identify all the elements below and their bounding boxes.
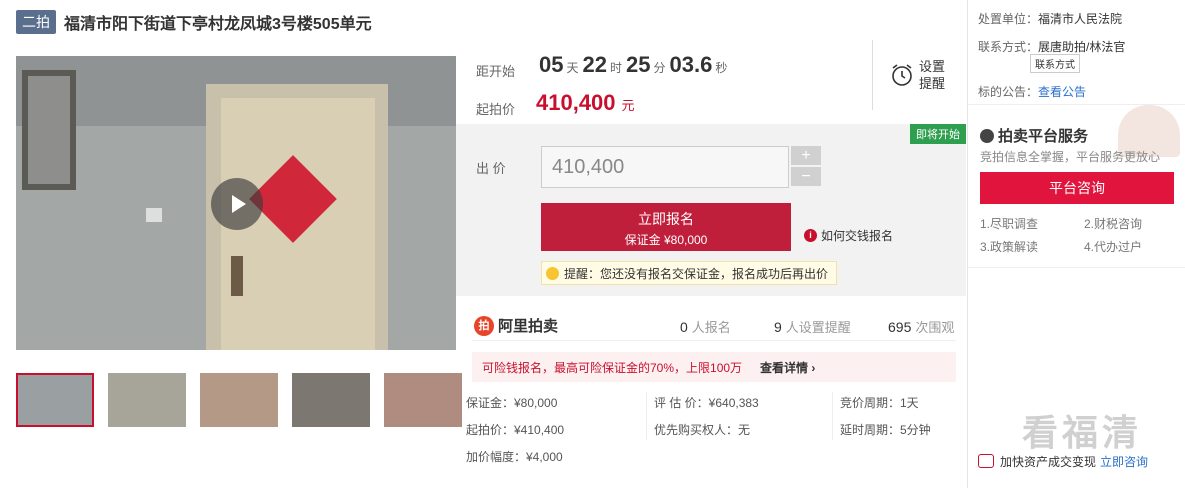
start-price: 410,400 元 — [536, 90, 635, 116]
countdown-hours-unit: 时 — [609, 61, 622, 75]
org-row: 处置单位：福清市人民法院 — [978, 10, 1122, 27]
alarm-clock-icon — [892, 64, 912, 86]
start-price-label: 起拍价 — [476, 102, 516, 117]
contact-row: 联系方式：展唐助拍/林法官 — [978, 38, 1125, 55]
notice-label: 标的公告： — [978, 85, 1039, 99]
contact-info-button[interactable]: 联系方式 — [1030, 54, 1080, 73]
service-item-due-diligence[interactable]: 1.尽职调查 — [980, 215, 1038, 232]
ali-logo-icon: 拍 — [474, 315, 494, 336]
signup-button[interactable]: 立即报名 保证金 ¥80,000 — [541, 203, 791, 251]
info-icon: i — [804, 229, 817, 242]
consult-now-link[interactable]: 立即咨询 — [1100, 453, 1148, 470]
start-price-fact: 起拍价：¥410,400 — [466, 423, 565, 437]
auction-service-icon — [980, 128, 994, 143]
platform-service-card: 拍卖平台服务 竞拍信息全掌握，平台服务更放心 平台咨询 1.尽职调查 2.财税咨… — [968, 104, 1185, 268]
title-row: 二拍 福清市阳下街道下亭村龙凤城3号楼505单元 — [16, 10, 372, 34]
priority-fact: 优先购买权人：无 — [654, 421, 750, 438]
thumbnail-4[interactable] — [292, 373, 370, 427]
increment-fact: 加价幅度：¥4,000 — [466, 450, 563, 464]
view-count: 695 次围观 — [888, 317, 954, 336]
auction-summary: 距开始 05 天 22 时 25 分 03.6 秒 起拍价 410,400 元 设… — [456, 36, 966, 124]
auction-round-tag: 二拍 — [16, 10, 56, 34]
countdown: 05 天 22 时 25 分 03.6 秒 — [539, 52, 731, 78]
loan-promo-text: 可险钱报名，最高可险保证金的70%，上限100万 — [482, 360, 743, 375]
reminder-tip: 提醒：您还没有报名交保证金，报名成功后再出价 — [541, 261, 838, 285]
reminder-count: 9 人设置提醒 — [774, 317, 851, 336]
countdown-seconds-unit: 秒 — [715, 61, 728, 75]
bid-panel: 即将开始 出 价 410,400 + − 立即报名 保证金 ¥80,000 i … — [456, 124, 966, 296]
countdown-hours: 22 — [582, 52, 607, 77]
view-count-label: 次围观 — [915, 320, 955, 335]
status-badge: 即将开始 — [910, 124, 966, 144]
home-handshake-icon — [978, 454, 994, 468]
play-video-button[interactable] — [211, 178, 263, 230]
countdown-days-unit: 天 — [566, 61, 579, 75]
contact-value: 展唐助拍/林法官 — [1038, 40, 1126, 54]
reminder-count-label: 人设置提醒 — [785, 320, 851, 335]
org-label: 处置单位： — [978, 12, 1039, 26]
thumbnail-1[interactable] — [16, 373, 94, 427]
decrease-bid-button[interactable]: − — [791, 167, 821, 186]
signup-deposit-label: 保证金 ¥80,000 — [624, 233, 708, 247]
signup-count: 0 人报名 — [680, 317, 731, 336]
divider — [646, 392, 647, 440]
view-notice-link[interactable]: 查看公告 — [1038, 85, 1086, 99]
ali-logo-text: 阿里拍卖 — [498, 318, 559, 335]
thumbnail-5[interactable] — [384, 373, 462, 427]
start-price-unit: 元 — [621, 98, 635, 113]
ali-auction-logo: 拍 阿里拍卖 — [474, 315, 558, 336]
appraisal-fact: 评 估 价：¥640,383 — [654, 396, 759, 410]
thumbnail-3[interactable] — [200, 373, 278, 427]
signup-count-label: 人报名 — [691, 320, 731, 335]
delay-fact: 延时周期：5分钟 — [840, 423, 931, 437]
thumbnail-2[interactable] — [108, 373, 186, 427]
view-count-value: 695 — [888, 319, 912, 335]
priority-value: ：无 — [726, 423, 751, 437]
loan-promo-banner: 可险钱报名，最高可险保证金的70%，上限100万 查看详情 › — [472, 352, 956, 382]
increase-bid-button[interactable]: + — [791, 146, 821, 165]
countdown-label: 距开始 — [476, 64, 516, 79]
service-subtitle: 竞拍信息全掌握，平台服务更放心 — [980, 150, 1161, 164]
lightbulb-icon — [546, 266, 559, 280]
countdown-days: 05 — [539, 52, 564, 77]
divider — [832, 392, 833, 440]
countdown-minutes: 25 — [626, 52, 651, 77]
contact-label: 联系方式： — [978, 40, 1039, 54]
countdown-seconds: 03.6 — [669, 52, 713, 77]
start-price-value: 410,400 — [536, 90, 616, 115]
page-title: 福清市阳下街道下亭村龙凤城3号楼505单元 — [64, 16, 372, 33]
right-sidebar: 处置单位：福清市人民法院 联系方式：展唐助拍/林法官 联系方式 标的公告：查看公… — [967, 0, 1185, 488]
cycle-fact: 竞价周期：1天 — [840, 396, 919, 410]
notice-row: 标的公告：查看公告 — [978, 83, 1086, 100]
stats-bar: 拍 阿里拍卖 0 人报名 9 人设置提醒 695 次围观 — [472, 311, 956, 341]
bottom-text: 加快资产成交变现 — [1000, 454, 1097, 469]
service-item-transfer[interactable]: 4.代办过户 — [1084, 238, 1142, 255]
set-reminder-label: 设置提醒 — [919, 59, 946, 91]
countdown-minutes-unit: 分 — [653, 61, 666, 75]
reminder-count-value: 9 — [774, 319, 782, 335]
set-reminder-button[interactable]: 设置提醒 — [872, 40, 947, 110]
bottom-consult-bar: 加快资产成交变现 立即咨询 — [968, 446, 1185, 476]
org-value: 福清市人民法院 — [1038, 12, 1123, 26]
service-title: 拍卖平台服务 — [980, 125, 1088, 146]
platform-consult-button[interactable]: 平台咨询 — [980, 172, 1174, 204]
main-photo[interactable] — [16, 56, 456, 350]
thumbnail-strip — [16, 373, 462, 427]
service-item-tax[interactable]: 2.财税咨询 — [1084, 215, 1142, 232]
priority-label: 优先购买权人 — [654, 423, 727, 437]
how-to-pay-label: 如何交钱报名 — [821, 229, 894, 243]
service-title-text: 拍卖平台服务 — [998, 128, 1089, 145]
bid-amount-input[interactable]: 410,400 — [541, 146, 789, 188]
view-details-link[interactable]: 查看详情 › — [760, 359, 815, 376]
reminder-tip-text: 提醒：您还没有报名交保证金，报名成功后再出价 — [564, 266, 829, 281]
signup-count-value: 0 — [680, 319, 688, 335]
deposit-fact: 保证金：¥80,000 — [466, 396, 558, 410]
signup-button-label: 立即报名 — [638, 211, 694, 227]
service-item-policy[interactable]: 3.政策解读 — [980, 238, 1038, 255]
how-to-pay-link[interactable]: i 如何交钱报名 — [804, 227, 893, 244]
bid-label: 出 价 — [476, 161, 506, 176]
